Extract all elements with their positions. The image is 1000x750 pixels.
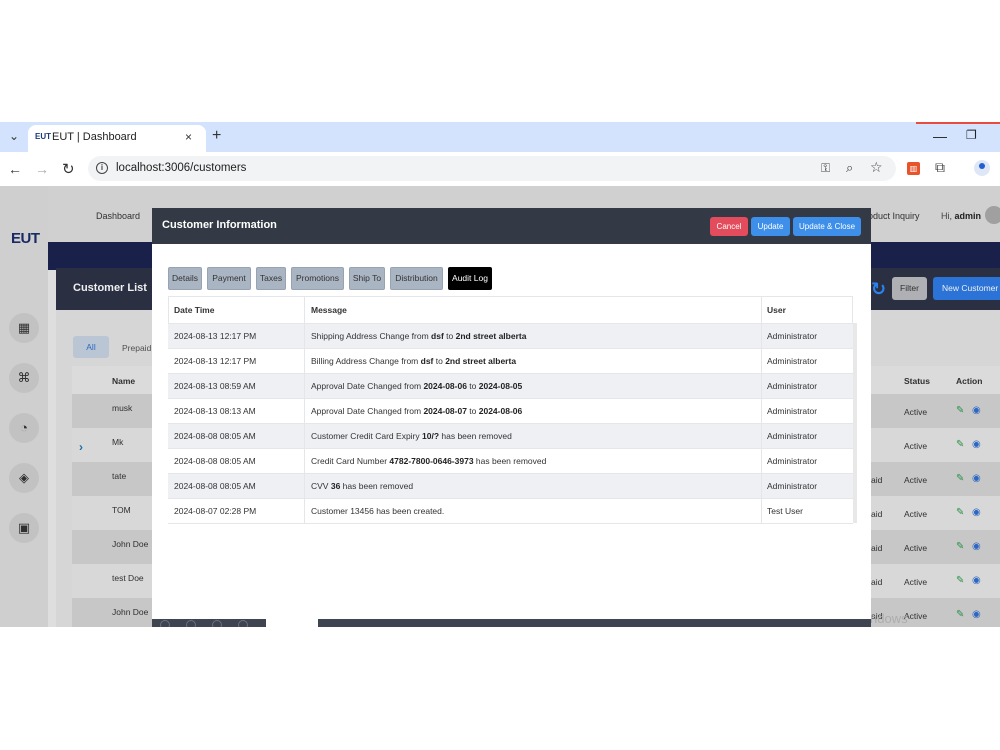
audit-value: 2024-08-06 — [423, 381, 467, 391]
audit-text: to — [443, 331, 456, 341]
tab-promotions[interactable]: Promotions — [291, 267, 344, 290]
audit-user: Administrator — [767, 331, 818, 341]
footer-panel — [266, 619, 318, 627]
audit-user: Administrator — [767, 406, 818, 416]
audit-datetime: 2024-08-13 12:17 PM — [174, 331, 257, 341]
audit-user: Administrator — [767, 381, 818, 391]
audit-text: Approval Date Changed from — [311, 381, 424, 391]
window-accent-line — [916, 122, 1000, 124]
column-divider — [304, 297, 305, 523]
audit-value: 2nd street alberta — [455, 331, 527, 341]
tab-payment[interactable]: Payment — [207, 267, 251, 290]
audit-message: Shipping Address Change from dsf to 2nd … — [311, 331, 526, 341]
audit-user: Test User — [767, 506, 803, 516]
audit-value: dsf — [420, 356, 434, 366]
tab-taxes[interactable]: Taxes — [256, 267, 286, 290]
tab-search-chevron-icon[interactable]: ⌄ — [6, 128, 22, 144]
audit-message: Billing Address Change from dsf to 2nd s… — [311, 356, 516, 366]
audit-message: Customer Credit Card Expiry 10/? has bee… — [311, 431, 512, 441]
audit-datetime: 2024-08-08 08:05 AM — [174, 481, 256, 491]
audit-text: Approval Date Changed from — [311, 406, 424, 416]
audit-text: has been removed — [340, 481, 414, 491]
column-divider — [761, 297, 762, 523]
row-divider — [168, 473, 853, 474]
audit-datetime: 2024-08-08 08:05 AM — [174, 456, 256, 466]
audit-datetime: 2024-08-13 12:17 PM — [174, 356, 257, 366]
audit-value: 10/? — [422, 431, 440, 441]
profile-avatar-icon[interactable] — [974, 160, 990, 176]
audit-user: Administrator — [767, 481, 818, 491]
audit-text: to — [433, 356, 446, 366]
page-bottom — [0, 627, 1000, 750]
extension-icon[interactable]: ▥ — [907, 162, 920, 175]
cancel-button[interactable]: Cancel — [710, 217, 748, 236]
modal-title: Customer Information — [162, 219, 277, 231]
row-divider — [168, 323, 853, 324]
audit-text: Customer 13456 has been created. — [311, 506, 445, 516]
new-tab-icon[interactable]: + — [212, 128, 221, 144]
tab-audit-log[interactable]: Audit Log — [448, 267, 492, 290]
audit-text: has been removed — [473, 456, 547, 466]
column-user: User — [767, 305, 786, 315]
update-close-button[interactable]: Update & Close — [793, 217, 861, 236]
modal-footer — [152, 619, 871, 627]
close-tab-icon[interactable]: × — [185, 130, 192, 144]
audit-user: Administrator — [767, 456, 818, 466]
audit-value: 2024-08-06 — [478, 406, 523, 416]
audit-text: to — [466, 406, 479, 416]
audit-message: CVV 36 has been removed — [311, 481, 413, 491]
table-scrollbar[interactable] — [853, 323, 857, 523]
audit-value: 2024-08-07 — [423, 406, 467, 416]
tab-details[interactable]: Details — [168, 267, 202, 290]
browser-tab-title: EUT | Dashboard — [52, 131, 137, 143]
audit-user: Administrator — [767, 356, 818, 366]
extensions-puzzle-icon[interactable]: ⧉ — [935, 159, 945, 176]
restore-window-icon[interactable]: ❐ — [966, 128, 977, 142]
update-button[interactable]: Update — [751, 217, 790, 236]
column-message: Message — [311, 305, 347, 315]
table-row — [168, 473, 853, 498]
tab-distribution[interactable]: Distribution — [390, 267, 443, 290]
row-divider — [168, 498, 853, 499]
audit-message: Customer 13456 has been created. — [311, 506, 444, 516]
audit-user: Administrator — [767, 431, 818, 441]
audit-value: 4782-7800-0646-3973 — [389, 456, 474, 466]
audit-value: dsf — [431, 331, 444, 341]
audit-message: Credit Card Number 4782-7800-0646-3973 h… — [311, 456, 546, 466]
table-row — [168, 498, 853, 523]
site-info-icon[interactable]: i — [96, 162, 108, 174]
audit-text: Credit Card Number — [311, 456, 390, 466]
audit-value: 2nd street alberta — [445, 356, 517, 366]
audit-value: 2024-08-05 — [478, 381, 523, 391]
row-divider — [168, 423, 853, 424]
forward-arrow-icon[interactable]: → — [35, 161, 49, 177]
audit-value: 36 — [330, 481, 341, 491]
audit-text: Billing Address Change from — [311, 356, 421, 366]
audit-text: has been removed — [439, 431, 512, 441]
audit-datetime: 2024-08-07 02:28 PM — [174, 506, 257, 516]
back-arrow-icon[interactable]: ← — [8, 161, 22, 177]
reload-icon[interactable]: ↻ — [62, 160, 75, 178]
audit-datetime: 2024-08-13 08:13 AM — [174, 406, 256, 416]
bookmark-star-icon[interactable]: ☆ — [870, 159, 883, 176]
row-divider — [168, 448, 853, 449]
address-url[interactable]: localhost:3006/customers — [116, 162, 246, 174]
column-date-time: Date Time — [174, 305, 215, 315]
audit-text: to — [466, 381, 479, 391]
audit-datetime: 2024-08-13 08:59 AM — [174, 381, 256, 391]
minimize-window-icon[interactable]: — — [933, 128, 947, 144]
favicon-icon: EUT — [35, 132, 51, 141]
audit-datetime: 2024-08-08 08:05 AM — [174, 431, 256, 441]
audit-message: Approval Date Changed from 2024-08-07 to… — [311, 406, 522, 416]
audit-text: Customer Credit Card Expiry — [311, 431, 423, 441]
row-divider — [168, 398, 853, 399]
audit-message: Approval Date Changed from 2024-08-06 to… — [311, 381, 522, 391]
audit-text: Shipping Address Change from — [311, 331, 432, 341]
row-divider — [168, 373, 853, 374]
password-key-icon[interactable]: ⚿ — [821, 161, 830, 176]
zoom-icon[interactable]: ⌕ — [846, 160, 853, 176]
audit-text: CVV — [311, 481, 331, 491]
row-divider — [168, 348, 853, 349]
tab-ship-to[interactable]: Ship To — [349, 267, 385, 290]
